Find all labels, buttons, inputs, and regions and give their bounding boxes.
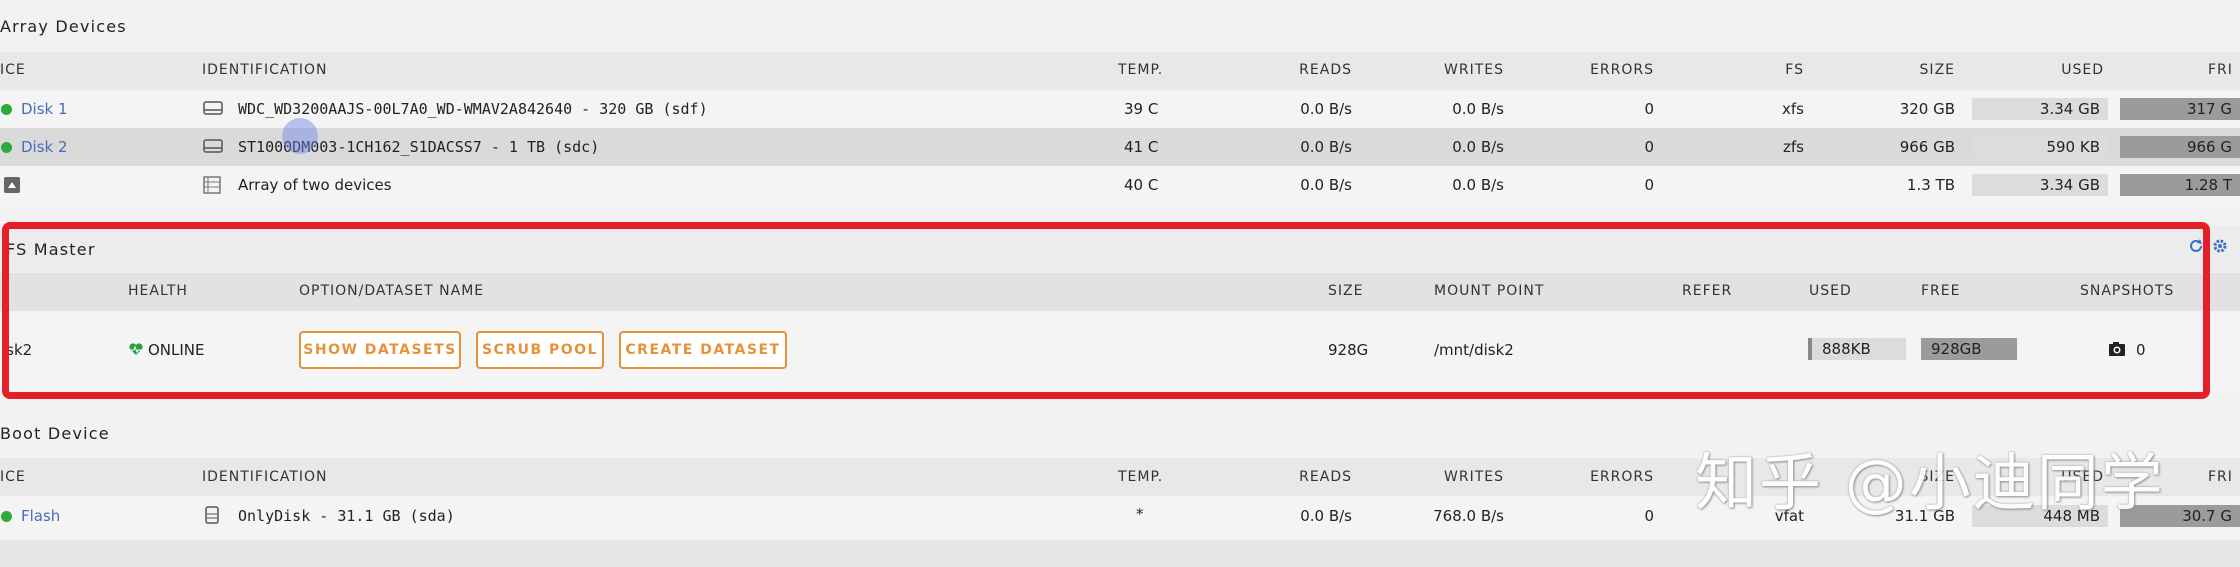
array-temp: 40 C [1124, 176, 1159, 194]
col-errors: ERRORS [1590, 62, 1654, 78]
disk2-link[interactable]: Disk 2 [21, 138, 68, 156]
disk1-errors: 0 [1644, 100, 1654, 118]
col-writes: WRITES [1444, 62, 1504, 78]
col-size: SIZE [1919, 62, 1955, 78]
flash-errors: 0 [1644, 507, 1654, 525]
flash-reads: 0.0 B/s [1300, 507, 1352, 525]
disk1-used-bar: 3.34 GB [1972, 98, 2108, 120]
array-stack-icon [203, 176, 221, 194]
flash-temp: * [1136, 505, 1144, 523]
disk1-free-bar: 317 G [2120, 98, 2240, 120]
disk2-size: 966 GB [1899, 138, 1955, 156]
disk1-temp: 39 C [1124, 100, 1159, 118]
col-used: USED [2061, 62, 2104, 78]
disk2-writes: 0.0 B/s [1452, 138, 1504, 156]
col-temp: TEMP. [1118, 469, 1164, 485]
col-temp: TEMP. [1118, 62, 1164, 78]
array-size: 1.3 TB [1906, 176, 1955, 194]
disk1-link[interactable]: Disk 1 [21, 100, 68, 118]
col-free: FRI [2208, 62, 2233, 78]
col-errors: ERRORS [1590, 469, 1654, 485]
disk2-reads: 0.0 B/s [1300, 138, 1352, 156]
status-green-dot [1, 104, 12, 115]
array-toggle-icon[interactable] [3, 176, 21, 194]
array-used-bar: 3.34 GB [1972, 174, 2108, 196]
status-green-dot [1, 142, 12, 153]
col-reads: READS [1299, 62, 1352, 78]
disk1-writes: 0.0 B/s [1452, 100, 1504, 118]
flash-identification: OnlyDisk - 31.1 GB (sda) [238, 507, 455, 525]
col-fs: FS [1785, 62, 1804, 78]
col-reads: READS [1299, 469, 1352, 485]
disk2-errors: 0 [1644, 138, 1654, 156]
disk2-temp: 41 C [1124, 138, 1159, 156]
col-identification: IDENTIFICATION [202, 62, 328, 78]
col-writes: WRITES [1444, 469, 1504, 485]
usb-drive-icon [205, 506, 219, 524]
gear-icon[interactable] [2212, 238, 2228, 254]
array-free-bar: 1.28 T [2120, 174, 2240, 196]
disk1-reads: 0.0 B/s [1300, 100, 1352, 118]
hdd-icon [203, 139, 223, 153]
disk2-fs: zfs [1783, 138, 1804, 156]
highlight-box [2, 222, 2210, 399]
array-errors: 0 [1644, 176, 1654, 194]
flash-writes: 768.0 B/s [1433, 507, 1504, 525]
disk1-identification: WDC_WD3200AAJS-00L7A0_WD-WMAV2A842640 - … [238, 100, 708, 118]
col-device: ICE [0, 469, 26, 485]
array-devices-title: Array Devices [0, 17, 127, 36]
boot-device-title: Boot Device [0, 424, 110, 443]
array-section-header [0, 8, 2240, 50]
disk2-free-bar: 966 G [2120, 136, 2240, 158]
mouse-cursor-highlight [282, 118, 318, 154]
col-free: FRI [2208, 469, 2233, 485]
watermark: 知乎 @小迪同学 [1695, 446, 2165, 519]
array-writes: 0.0 B/s [1452, 176, 1504, 194]
hdd-icon [203, 101, 223, 115]
array-reads: 0.0 B/s [1300, 176, 1352, 194]
disk1-size: 320 GB [1899, 100, 1955, 118]
footer-strip [0, 540, 2240, 567]
status-green-dot [1, 511, 12, 522]
col-device: ICE [0, 62, 26, 78]
flash-link[interactable]: Flash [21, 507, 60, 525]
array-summary-label: Array of two devices [238, 176, 392, 194]
disk2-used-bar: 590 KB [1972, 136, 2108, 158]
col-identification: IDENTIFICATION [202, 469, 328, 485]
disk1-fs: xfs [1782, 100, 1804, 118]
